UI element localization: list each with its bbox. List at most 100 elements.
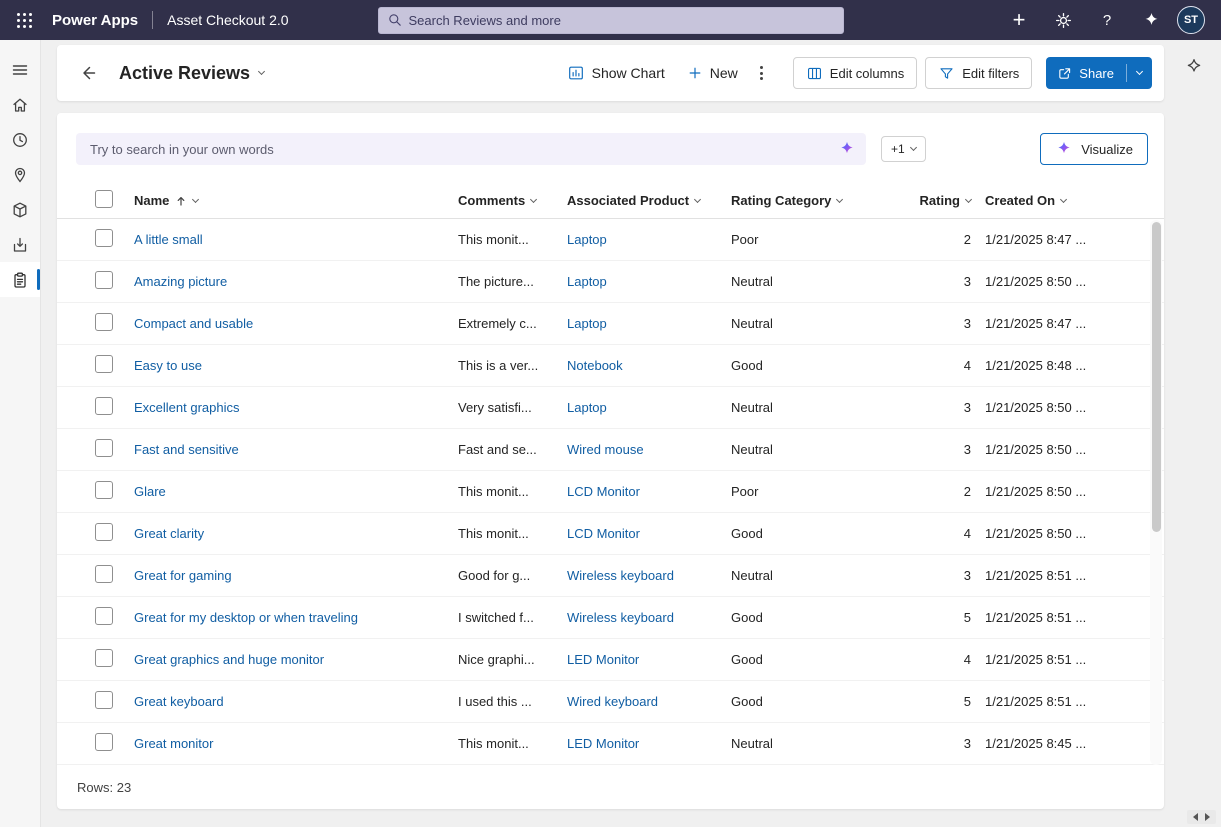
- associated-product-link[interactable]: LCD Monitor: [567, 484, 640, 499]
- row-checkbox[interactable]: [95, 733, 113, 751]
- edit-filters-button[interactable]: Edit filters: [925, 57, 1032, 89]
- new-button[interactable]: New: [677, 55, 748, 91]
- associated-product-link[interactable]: LCD Monitor: [567, 526, 640, 541]
- app-launcher-button[interactable]: [6, 0, 42, 40]
- add-button[interactable]: +: [997, 0, 1041, 40]
- row-checkbox[interactable]: [95, 691, 113, 709]
- review-name-link[interactable]: A little small: [134, 232, 203, 247]
- app-name[interactable]: Power Apps: [52, 12, 138, 29]
- copilot-panel-button[interactable]: [1181, 54, 1207, 80]
- global-search-box[interactable]: [378, 7, 844, 34]
- review-name-link[interactable]: Great monitor: [134, 736, 213, 751]
- vertical-scrollbar[interactable]: [1150, 220, 1162, 765]
- filter-count-chip[interactable]: +1: [881, 136, 926, 162]
- row-checkbox[interactable]: [95, 649, 113, 667]
- rating-value: 4: [881, 652, 985, 667]
- table-row[interactable]: Excellent graphics Very satisfi... Lapto…: [57, 387, 1164, 429]
- review-name-link[interactable]: Great for my desktop or when traveling: [134, 610, 358, 625]
- column-header-rating-category[interactable]: Rating Category: [731, 193, 881, 208]
- scrollbar-thumb[interactable]: [1152, 222, 1161, 532]
- sidebar-menu-toggle[interactable]: [0, 52, 40, 87]
- review-name-cell: Great for gaming: [134, 568, 458, 583]
- associated-product-link[interactable]: Wired keyboard: [567, 694, 658, 709]
- review-name-link[interactable]: Amazing picture: [134, 274, 227, 289]
- column-header-comments[interactable]: Comments: [458, 193, 567, 208]
- settings-button[interactable]: [1041, 0, 1085, 40]
- view-selector[interactable]: Active Reviews: [119, 63, 264, 84]
- associated-product-link[interactable]: Laptop: [567, 274, 607, 289]
- account-avatar[interactable]: ST: [1177, 6, 1205, 34]
- edit-columns-button[interactable]: Edit columns: [793, 57, 917, 89]
- table-row[interactable]: Easy to use This is a ver... Notebook Go…: [57, 345, 1164, 387]
- review-name-link[interactable]: Fast and sensitive: [134, 442, 239, 457]
- associated-product-link[interactable]: Wireless keyboard: [567, 610, 674, 625]
- menu-icon: [10, 60, 30, 80]
- more-commands-button[interactable]: [750, 55, 773, 91]
- global-search-input[interactable]: [409, 13, 835, 28]
- row-checkbox[interactable]: [95, 565, 113, 583]
- table-row[interactable]: Great clarity This monit... LCD Monitor …: [57, 513, 1164, 555]
- associated-product-cell: LED Monitor: [567, 652, 731, 667]
- back-button[interactable]: [73, 57, 105, 89]
- review-name-link[interactable]: Great clarity: [134, 526, 204, 541]
- table-row[interactable]: Great graphics and huge monitor Nice gra…: [57, 639, 1164, 681]
- column-header-associated-product[interactable]: Associated Product: [567, 193, 731, 208]
- review-name-link[interactable]: Excellent graphics: [134, 400, 240, 415]
- table-row[interactable]: Fast and sensitive Fast and se... Wired …: [57, 429, 1164, 471]
- review-name-link[interactable]: Great for gaming: [134, 568, 232, 583]
- column-header-name[interactable]: Name: [134, 193, 458, 208]
- table-row[interactable]: Great for gaming Good for g... Wireless …: [57, 555, 1164, 597]
- sidebar-item-products[interactable]: [0, 192, 40, 227]
- sidebar-item-recent[interactable]: [0, 122, 40, 157]
- table-row[interactable]: Amazing picture The picture... Laptop Ne…: [57, 261, 1164, 303]
- environment-name[interactable]: Asset Checkout 2.0: [167, 12, 288, 28]
- chevron-down-icon: [694, 195, 701, 202]
- sidebar-item-reviews[interactable]: [0, 262, 40, 297]
- sidebar-item-pinned[interactable]: [0, 157, 40, 192]
- associated-product-link[interactable]: Wired mouse: [567, 442, 644, 457]
- row-checkbox[interactable]: [95, 397, 113, 415]
- visualize-button[interactable]: Visualize: [1040, 133, 1148, 165]
- row-checkbox[interactable]: [95, 439, 113, 457]
- row-checkbox[interactable]: [95, 523, 113, 541]
- table-row[interactable]: A little small This monit... Laptop Poor…: [57, 219, 1164, 261]
- share-button[interactable]: Share: [1046, 57, 1152, 89]
- copilot-search-box[interactable]: [76, 133, 866, 165]
- column-header-created-on[interactable]: Created On: [985, 193, 1135, 208]
- row-checkbox[interactable]: [95, 271, 113, 289]
- filter-icon: [938, 65, 955, 82]
- review-name-link[interactable]: Glare: [134, 484, 166, 499]
- associated-product-link[interactable]: Laptop: [567, 400, 607, 415]
- review-name-link[interactable]: Great keyboard: [134, 694, 224, 709]
- help-button[interactable]: ?: [1085, 0, 1129, 40]
- table-row[interactable]: Great monitor This monit... LED Monitor …: [57, 723, 1164, 765]
- row-checkbox[interactable]: [95, 313, 113, 331]
- sidebar-item-home[interactable]: [0, 87, 40, 122]
- row-checkbox[interactable]: [95, 481, 113, 499]
- select-all-checkbox[interactable]: [95, 190, 113, 208]
- copilot-search-input[interactable]: [76, 133, 866, 165]
- associated-product-link[interactable]: Laptop: [567, 316, 607, 331]
- associated-product-link[interactable]: LED Monitor: [567, 736, 639, 751]
- review-name-link[interactable]: Compact and usable: [134, 316, 253, 331]
- review-name-cell: Excellent graphics: [134, 400, 458, 415]
- table-row[interactable]: Great for my desktop or when traveling I…: [57, 597, 1164, 639]
- row-checkbox[interactable]: [95, 355, 113, 373]
- review-name-link[interactable]: Easy to use: [134, 358, 202, 373]
- table-row[interactable]: Great keyboard I used this ... Wired key…: [57, 681, 1164, 723]
- associated-product-link[interactable]: Notebook: [567, 358, 623, 373]
- show-chart-button[interactable]: Show Chart: [557, 55, 675, 91]
- table-row[interactable]: Glare This monit... LCD Monitor Poor 2 1…: [57, 471, 1164, 513]
- table-row[interactable]: Compact and usable Extremely c... Laptop…: [57, 303, 1164, 345]
- sidebar-item-checkouts[interactable]: [0, 227, 40, 262]
- horizontal-scrollbar[interactable]: [1187, 810, 1216, 824]
- copilot-button[interactable]: [1129, 0, 1173, 40]
- associated-product-link[interactable]: Wireless keyboard: [567, 568, 674, 583]
- rating-category: Neutral: [731, 400, 881, 415]
- associated-product-link[interactable]: Laptop: [567, 232, 607, 247]
- column-header-rating[interactable]: Rating: [881, 193, 985, 208]
- row-checkbox[interactable]: [95, 607, 113, 625]
- row-checkbox[interactable]: [95, 229, 113, 247]
- review-name-link[interactable]: Great graphics and huge monitor: [134, 652, 324, 667]
- associated-product-link[interactable]: LED Monitor: [567, 652, 639, 667]
